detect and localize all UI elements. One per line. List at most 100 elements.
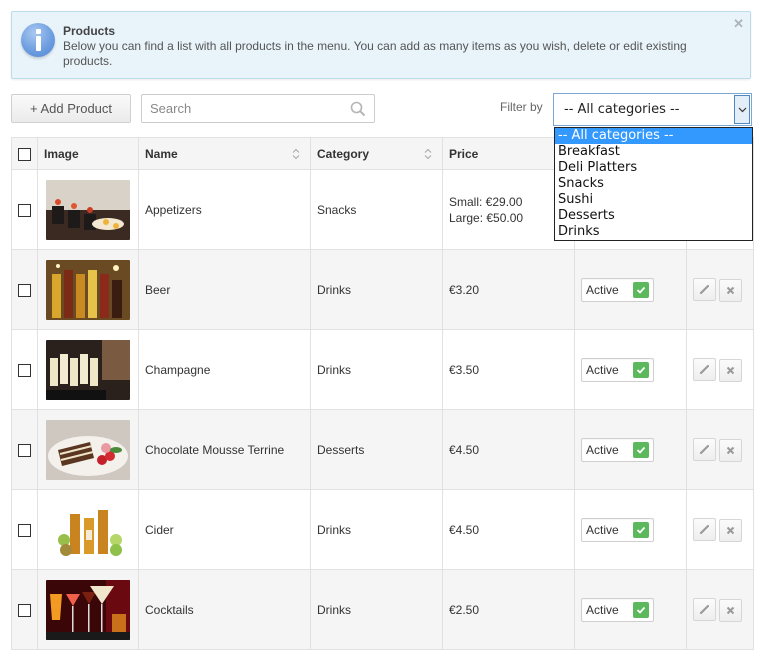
table-row: Champagne Drinks €3.50 Active xyxy=(11,329,754,410)
sort-icon[interactable] xyxy=(292,148,300,160)
row-checkbox[interactable] xyxy=(18,283,31,297)
chevron-down-icon[interactable] xyxy=(734,95,750,124)
row-checkbox[interactable] xyxy=(18,603,31,617)
actions-cell xyxy=(686,329,754,410)
price-cell: €3.50 xyxy=(442,329,575,410)
status-toggle[interactable]: Active xyxy=(581,517,654,542)
product-name: Cider xyxy=(145,522,174,537)
image-cell xyxy=(37,169,139,250)
name-cell: Appetizers xyxy=(138,169,311,250)
product-price: €4.50 xyxy=(449,522,574,538)
filter-option[interactable]: Sushi xyxy=(555,192,752,208)
delete-button[interactable] xyxy=(719,518,742,542)
search-icon[interactable] xyxy=(350,101,366,117)
check-icon xyxy=(633,281,649,298)
info-notice: Products Below you can find a list with … xyxy=(11,11,751,79)
filter-label: Filter by xyxy=(500,100,543,114)
image-cell xyxy=(37,489,139,570)
status-toggle[interactable]: Active xyxy=(581,597,654,622)
product-image-chocolate-mousse xyxy=(46,419,130,480)
price-line: €2.50 xyxy=(449,602,480,617)
status-label: Active xyxy=(586,602,619,617)
price-cell: €4.50 xyxy=(442,489,575,570)
close-icon[interactable]: ✕ xyxy=(733,16,744,32)
status-cell: Active xyxy=(574,409,687,490)
name-cell: Beer xyxy=(138,249,311,330)
category-dropdown-list: -- All categories -- Breakfast Deli Plat… xyxy=(554,127,753,241)
row-select-cell xyxy=(11,569,38,650)
row-checkbox[interactable] xyxy=(18,443,31,457)
status-toggle[interactable]: Active xyxy=(581,437,654,462)
check-icon xyxy=(633,521,649,538)
close-icon xyxy=(726,286,735,294)
price-line: €3.20 xyxy=(449,282,480,297)
pencil-icon xyxy=(699,364,710,374)
delete-button[interactable] xyxy=(719,358,742,382)
row-checkbox[interactable] xyxy=(18,203,31,217)
filter-option[interactable]: Desserts xyxy=(555,208,752,224)
check-icon xyxy=(633,601,649,618)
pencil-icon xyxy=(699,444,710,454)
product-category: Drinks xyxy=(317,522,352,537)
product-category: Desserts xyxy=(317,442,365,457)
filter-option[interactable]: Drinks xyxy=(555,224,752,240)
product-name: Chocolate Mousse Terrine xyxy=(145,442,285,457)
search-input[interactable] xyxy=(142,95,342,122)
close-icon xyxy=(726,446,735,454)
filter-option[interactable]: Deli Platters xyxy=(555,160,752,176)
close-icon xyxy=(726,526,735,534)
price-cell: €2.50 xyxy=(442,569,575,650)
edit-button[interactable] xyxy=(693,277,716,301)
product-image-cider xyxy=(46,499,130,560)
add-product-button[interactable]: + Add Product xyxy=(11,94,131,123)
pencil-icon xyxy=(699,524,710,534)
filter-option[interactable]: Breakfast xyxy=(555,144,752,160)
header-select-all xyxy=(11,137,38,170)
product-image-appetizers xyxy=(46,179,130,240)
product-price: €4.50 xyxy=(449,442,574,458)
notice-text: Below you can find a list with all produ… xyxy=(63,39,687,68)
column-header-name[interactable]: Name xyxy=(138,137,311,170)
info-icon xyxy=(21,23,55,57)
sort-icon[interactable] xyxy=(424,148,432,160)
delete-button[interactable] xyxy=(719,598,742,622)
edit-button[interactable] xyxy=(693,597,716,621)
category-filter-select[interactable]: -- All categories -- xyxy=(553,93,752,126)
product-image-champagne xyxy=(46,339,130,400)
price-line: €4.50 xyxy=(449,522,480,537)
edit-button[interactable] xyxy=(693,437,716,461)
row-checkbox[interactable] xyxy=(18,523,31,537)
edit-button[interactable] xyxy=(693,517,716,541)
delete-button[interactable] xyxy=(719,438,742,462)
category-cell: Drinks xyxy=(310,249,443,330)
name-cell: Cider xyxy=(138,489,311,570)
table-row: Beer Drinks €3.20 Active xyxy=(11,249,754,330)
product-image-beer xyxy=(46,259,130,320)
actions-cell xyxy=(686,249,754,330)
status-label: Active xyxy=(586,442,619,457)
select-all-checkbox[interactable] xyxy=(18,147,31,161)
image-cell xyxy=(37,409,139,490)
row-checkbox[interactable] xyxy=(18,363,31,377)
status-toggle[interactable]: Active xyxy=(581,277,654,302)
filter-option[interactable]: -- All categories -- xyxy=(555,128,752,144)
product-name: Appetizers xyxy=(145,202,202,217)
filter-option[interactable]: Snacks xyxy=(555,176,752,192)
column-header-image: Image xyxy=(37,137,139,170)
table-row: Cocktails Drinks €2.50 Active xyxy=(11,569,754,650)
column-header-category[interactable]: Category xyxy=(310,137,443,170)
product-price: €3.50 xyxy=(449,362,574,378)
product-category: Snacks xyxy=(317,202,357,217)
product-category: Drinks xyxy=(317,282,352,297)
edit-button[interactable] xyxy=(693,357,716,381)
close-icon xyxy=(726,366,735,374)
product-price: €2.50 xyxy=(449,602,574,618)
row-select-cell xyxy=(11,249,38,330)
delete-button[interactable] xyxy=(719,278,742,302)
name-cell: Cocktails xyxy=(138,569,311,650)
status-toggle[interactable]: Active xyxy=(581,357,654,382)
status-cell: Active xyxy=(574,249,687,330)
status-label: Active xyxy=(586,362,619,377)
status-label: Active xyxy=(586,522,619,537)
status-label: Active xyxy=(586,282,619,297)
